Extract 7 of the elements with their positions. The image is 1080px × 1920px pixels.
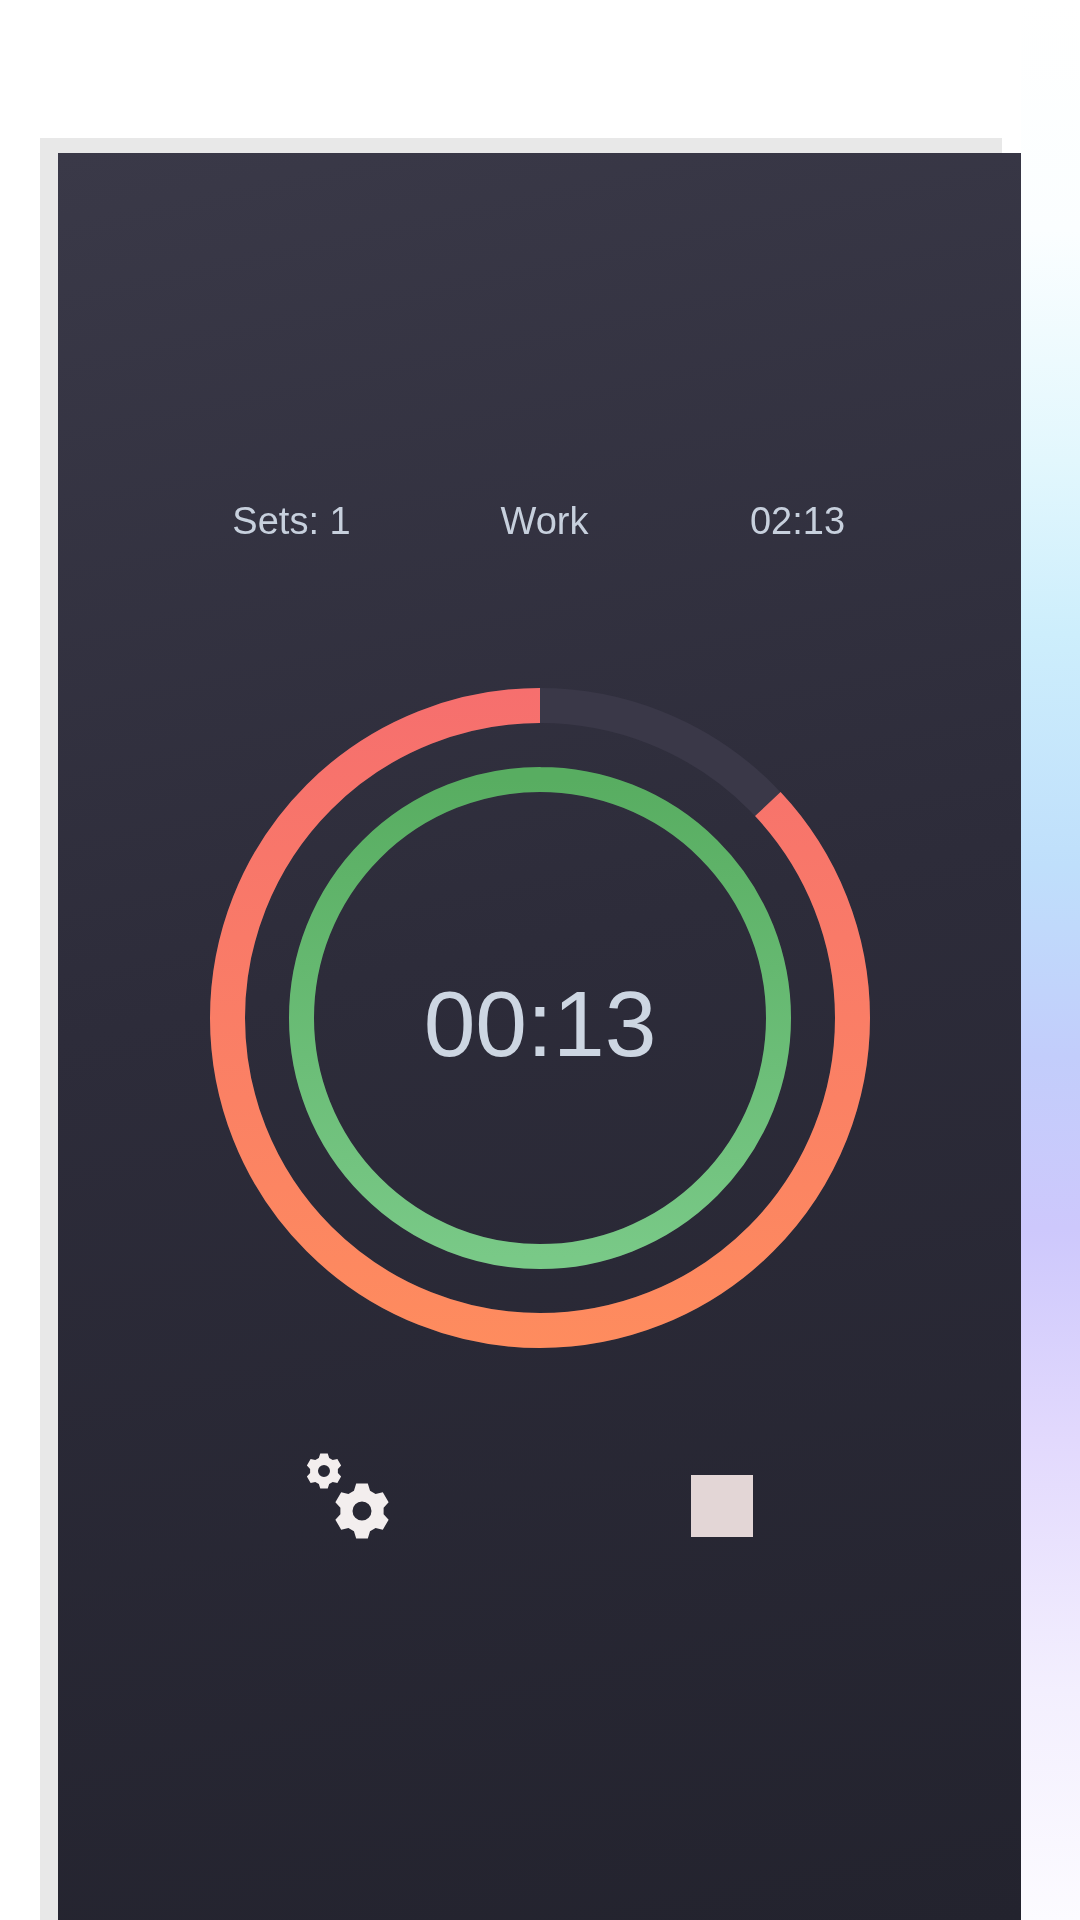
settings-button[interactable] bbox=[306, 1453, 390, 1539]
total-time: 02:13 bbox=[749, 500, 846, 542]
phase-label: Work bbox=[500, 500, 589, 542]
countdown-time: 00:13 bbox=[423, 970, 657, 1071]
settings-icon bbox=[306, 1453, 390, 1539]
stop-icon bbox=[691, 1475, 753, 1537]
sets-counter: Sets: 1 bbox=[232, 500, 351, 542]
